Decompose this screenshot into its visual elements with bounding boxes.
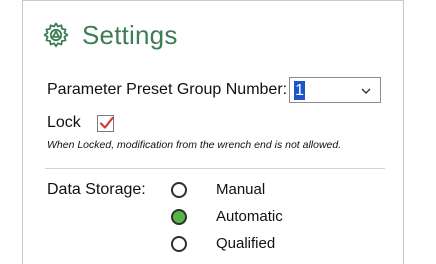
radio-button[interactable]	[171, 181, 187, 198]
page-title: Settings	[82, 19, 178, 50]
radio-label: Automatic	[216, 208, 283, 225]
lock-label: Lock	[47, 114, 81, 131]
preset-label: Parameter Preset Group Number:	[47, 81, 288, 98]
data-storage-label: Data Storage:	[47, 181, 146, 198]
radio-button[interactable]	[171, 208, 187, 225]
lock-note: When Locked, modification from the wrenc…	[47, 139, 342, 151]
preset-group-value: 1	[294, 81, 305, 100]
preset-group-select[interactable]: 1	[289, 77, 382, 103]
divider	[45, 168, 385, 169]
preset-row: Parameter Preset Group Number: 1	[47, 77, 382, 103]
panel-header: Settings	[42, 19, 178, 51]
lock-checkbox[interactable]	[96, 114, 114, 132]
gear-icon	[42, 21, 70, 49]
radio-button[interactable]	[171, 235, 187, 252]
radio-label: Qualified	[216, 235, 276, 252]
lock-row: Lock	[47, 114, 114, 132]
radio-option-qualified[interactable]: Qualified	[171, 235, 275, 252]
settings-panel: Settings Parameter Preset Group Number: …	[22, 0, 404, 264]
radio-option-manual[interactable]: Manual	[171, 181, 265, 198]
radio-label: Manual	[216, 181, 266, 198]
checkmark-icon	[99, 116, 114, 129]
chevron-down-icon	[361, 88, 371, 94]
radio-option-automatic[interactable]: Automatic	[171, 208, 283, 225]
